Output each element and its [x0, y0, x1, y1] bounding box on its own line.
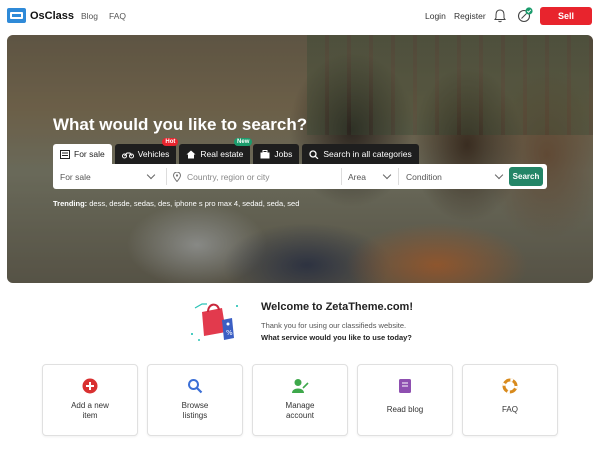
card-read-blog[interactable]: Read blog: [357, 364, 453, 436]
tab-all-categories[interactable]: Search in all categories: [302, 144, 419, 164]
shopping-bag-illustration: %: [191, 303, 238, 341]
chevron-down-icon: [494, 170, 504, 180]
login-link[interactable]: Login: [425, 11, 446, 21]
condition-select[interactable]: Condition: [406, 164, 506, 189]
card-label: Manage account: [285, 401, 315, 420]
card-label: Browse listings: [181, 401, 209, 420]
search-button[interactable]: Search: [509, 167, 543, 186]
tab-label: Jobs: [274, 149, 293, 159]
search-icon: [186, 377, 204, 395]
hot-badge: Hot: [162, 138, 179, 146]
svg-text:%: %: [226, 329, 233, 337]
area-value: Area: [348, 171, 366, 182]
message-icon[interactable]: [516, 7, 533, 24]
search-bar: For sale Country, region or city Area Co…: [53, 164, 547, 189]
trending-searches: Trending: dess, desde, sedas, des, iphon…: [53, 199, 299, 208]
sell-button[interactable]: Sell: [540, 7, 592, 25]
divider: [398, 168, 399, 185]
logo-icon: [7, 8, 26, 23]
category-value: For sale: [60, 171, 91, 182]
chevron-down-icon: [146, 170, 156, 180]
new-badge: New: [234, 138, 253, 146]
divider: [166, 168, 167, 185]
logo-text: OsClass: [30, 9, 75, 22]
listing-icon: [60, 149, 70, 159]
welcome-subtitle: Thank you for using our classifieds webs…: [261, 321, 407, 330]
category-select[interactable]: For sale: [60, 164, 160, 189]
tab-label: Vehicles: [137, 149, 170, 159]
tab-jobs[interactable]: Jobs: [253, 144, 300, 164]
area-select[interactable]: Area: [348, 164, 398, 189]
chevron-down-icon: [382, 170, 392, 180]
home-icon: [186, 150, 196, 158]
site-header: OsClass Blog FAQ Login Register Sell: [0, 0, 600, 33]
card-label: Add a new item: [71, 401, 109, 420]
hero-banner: What would you like to search? For sale …: [7, 35, 593, 283]
card-manage-account[interactable]: Manage account: [252, 364, 348, 436]
card-label: Read blog: [386, 405, 424, 414]
card-label: FAQ: [501, 405, 518, 414]
nav-blog-link[interactable]: Blog: [81, 11, 98, 21]
book-icon: [396, 377, 414, 395]
tab-real-estate[interactable]: Real estate New: [179, 138, 253, 164]
tab-label: Search in all categories: [323, 149, 412, 159]
lifebuoy-icon: [501, 377, 519, 395]
divider: [341, 168, 342, 185]
plus-circle-icon: [81, 377, 99, 395]
hero-title: What would you like to search?: [53, 115, 308, 134]
briefcase-icon: [260, 149, 270, 158]
card-browse-listings[interactable]: Browse listings: [147, 364, 243, 436]
tab-label: For sale: [74, 149, 105, 159]
card-add-item[interactable]: Add a new item: [42, 364, 138, 436]
location-placeholder: Country, region or city: [187, 171, 270, 182]
welcome-question: What service would you like to use today…: [261, 333, 412, 342]
user-icon: [291, 377, 309, 395]
location-input[interactable]: Country, region or city: [173, 164, 338, 189]
trending-label: Trending:: [53, 199, 88, 208]
nav-faq-link[interactable]: FAQ: [109, 11, 126, 21]
location-pin-icon: [173, 171, 181, 182]
category-tabs: For sale Vehicles Hot Real estate New Jo…: [53, 138, 422, 164]
condition-value: Condition: [406, 171, 442, 182]
tab-for-sale[interactable]: For sale: [53, 144, 112, 164]
search-icon: [309, 149, 319, 159]
trending-terms[interactable]: dess, desde, sedas, des, iphone s pro ma…: [89, 199, 299, 208]
register-link[interactable]: Register: [454, 11, 486, 21]
card-faq[interactable]: FAQ: [462, 364, 558, 436]
welcome-title: Welcome to ZetaTheme.com!: [261, 301, 413, 313]
site-logo[interactable]: OsClass: [7, 8, 74, 23]
tab-label: Real estate: [200, 149, 244, 159]
motorbike-icon: [121, 152, 134, 158]
bell-icon[interactable]: [494, 9, 506, 23]
tab-vehicles[interactable]: Vehicles Hot: [114, 138, 179, 164]
